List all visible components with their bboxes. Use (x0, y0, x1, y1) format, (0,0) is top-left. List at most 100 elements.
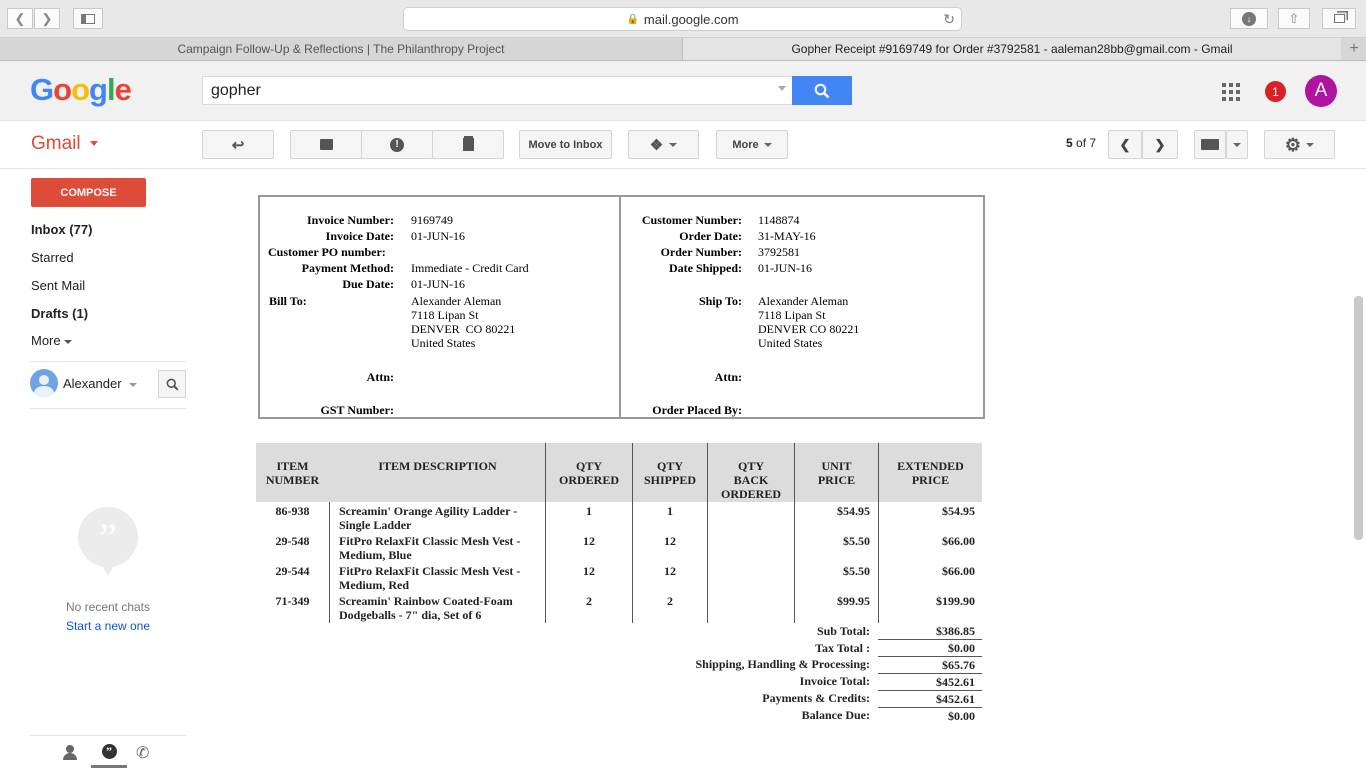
move-to-inbox-button[interactable]: Move to Inbox (519, 130, 612, 159)
field-label: Payment Method: (301, 261, 394, 275)
qty-ordered-cell: 12 (583, 564, 595, 578)
contacts-icon[interactable] (62, 744, 78, 760)
tabs-overview-button[interactable] (1322, 8, 1356, 29)
trash-icon (462, 138, 474, 151)
total-underline (878, 656, 982, 657)
phone-icon[interactable]: ✆ (136, 743, 149, 763)
back-button[interactable]: ❮ (7, 8, 33, 29)
chevron-left-icon: ❮ (1119, 136, 1131, 152)
scrollbar[interactable] (1354, 296, 1363, 540)
sidebar-toggle-button[interactable] (73, 8, 103, 29)
chevron-down-icon (763, 142, 772, 147)
col-qty-ordered: QTY ORDERED (558, 459, 619, 487)
sidebar-item-inbox[interactable]: Inbox (77) (31, 222, 92, 237)
sidebar-item-starred[interactable]: Starred (31, 250, 74, 265)
item-desc-cell: Single Ladder (339, 518, 412, 532)
column-divider (329, 502, 330, 623)
gmail-header: Google gopher 1 A (0, 61, 1366, 121)
total-label: Shipping, Handling & Processing: (695, 657, 871, 671)
hangouts-tab[interactable]: ” (91, 737, 127, 768)
tab-gmail[interactable]: Gopher Receipt #9169749 for Order #37925… (683, 38, 1341, 60)
search-options-icon[interactable] (778, 86, 786, 91)
pager-total: of 7 (1072, 136, 1097, 150)
gmail-menu[interactable]: Gmail (31, 133, 98, 155)
col-item-description: ITEM DESCRIPTION (378, 459, 497, 473)
field-label: Order Number: (660, 245, 742, 259)
hangouts-user-avatar[interactable] (30, 369, 58, 397)
sidebar-item-more[interactable]: More (31, 333, 73, 348)
input-tools-button[interactable] (1194, 130, 1226, 159)
downloads-button[interactable]: ↓ (1230, 8, 1268, 29)
sidebar-item-sent[interactable]: Sent Mail (31, 278, 85, 293)
bill-to-line: Alexander Aleman (411, 294, 502, 308)
search-icon (166, 378, 178, 390)
extended-price-cell: $199.90 (936, 594, 975, 608)
no-chats-text: No recent chats (65, 600, 151, 614)
hangouts-search-button[interactable] (158, 370, 186, 398)
item-desc-cell: Screamin' Rainbow Coated-Foam (339, 594, 513, 608)
order-number: 3792581 (758, 245, 800, 259)
input-tools-dropdown[interactable] (1226, 130, 1248, 159)
qty-ordered-cell: 12 (583, 534, 595, 548)
chevron-down-icon (129, 382, 138, 387)
search-input[interactable]: gopher (202, 76, 793, 105)
labels-button[interactable]: ❖ (628, 130, 699, 159)
tab-philanthropy[interactable]: Campaign Follow-Up & Reflections | The P… (0, 38, 683, 60)
extended-price-cell: $66.00 (942, 564, 975, 578)
col-unit-price: UNIT PRICE (817, 459, 856, 487)
unit-price-cell: $99.95 (837, 594, 870, 608)
item-desc-cell: Medium, Red (339, 578, 409, 592)
invoice-number: 9169749 (411, 213, 453, 227)
settings-button[interactable]: ⚙ (1264, 130, 1335, 159)
search-button[interactable] (792, 76, 852, 105)
hangouts-user-name: Alexander (63, 376, 122, 391)
archive-button[interactable] (290, 130, 362, 159)
new-tab-button[interactable]: + (1342, 38, 1366, 60)
address-bar[interactable]: 🔒 mail.google.com ↻ (403, 7, 962, 31)
more-actions-button[interactable]: More (716, 130, 788, 159)
report-spam-button[interactable]: ! (361, 130, 433, 159)
field-label: Invoice Number: (307, 213, 394, 227)
unit-price-cell: $5.50 (843, 564, 870, 578)
account-avatar[interactable]: A (1305, 75, 1337, 107)
older-button[interactable]: ❯ (1142, 130, 1178, 159)
qty-shipped-cell: 2 (667, 594, 673, 608)
back-to-list-button[interactable]: ↩ (202, 130, 274, 159)
share-icon: ⇧ (1288, 10, 1300, 26)
col-qty-back-ordered: QTY BACK ORDERED (720, 459, 781, 501)
share-button[interactable]: ⇧ (1278, 8, 1310, 29)
total-underline (878, 639, 982, 640)
qty-shipped-cell: 12 (664, 564, 676, 578)
ship-to-line: Alexander Aleman (758, 294, 849, 308)
field-label: Order Date: (679, 229, 742, 243)
hangouts-user[interactable]: Alexander (63, 376, 138, 391)
item-number-cell: 86-938 (275, 504, 310, 518)
tabs-icon (1333, 14, 1345, 23)
field-label: Customer PO number: (268, 245, 386, 259)
google-logo[interactable]: Google (30, 72, 132, 108)
compose-button[interactable]: COMPOSE (31, 178, 146, 207)
total-label: Balance Due: (801, 708, 870, 722)
delete-button[interactable] (432, 130, 504, 159)
col-item-number: ITEM NUMBER (265, 459, 320, 487)
chevron-right-icon: ❯ (1154, 136, 1166, 152)
chevron-right-icon: ❯ (41, 10, 53, 26)
field-label: Attn: (366, 370, 394, 384)
forward-button[interactable]: ❯ (34, 8, 60, 29)
divider (30, 361, 186, 362)
ship-to-line: DENVER CO 80221 (758, 322, 860, 336)
qty-shipped-cell: 12 (664, 534, 676, 548)
sidebar-icon (81, 13, 95, 24)
reload-icon[interactable]: ↻ (943, 11, 955, 28)
notification-badge[interactable]: 1 (1265, 81, 1286, 102)
payment-method: Immediate - Credit Card (411, 261, 529, 275)
apps-grid-icon[interactable] (1222, 83, 1240, 101)
sidebar-item-drafts[interactable]: Drafts (1) (31, 306, 88, 321)
newer-button[interactable]: ❮ (1108, 130, 1142, 159)
column-divider (707, 443, 708, 623)
start-new-chat-link[interactable]: Start a new one (30, 619, 186, 633)
col-qty-shipped: QTY SHIPPED (643, 459, 696, 487)
item-number-cell: 29-544 (275, 564, 310, 578)
date-shipped: 01-JUN-16 (758, 261, 812, 275)
field-label: Due Date: (342, 277, 394, 291)
